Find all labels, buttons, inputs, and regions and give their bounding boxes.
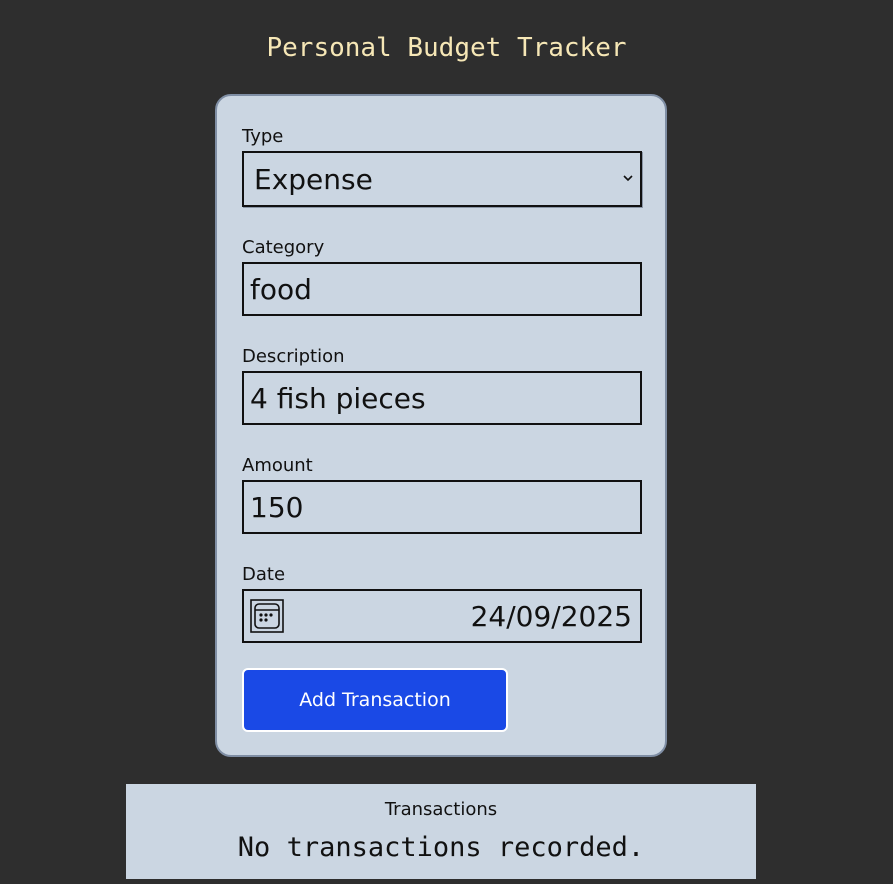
date-value: 24/09/2025 (470, 599, 632, 633)
chevron-down-icon (622, 171, 634, 187)
amount-label: Amount (242, 455, 313, 476)
description-field-wrapper (242, 371, 642, 425)
description-label: Description (242, 346, 345, 367)
empty-transactions-message: No transactions recorded. (237, 832, 645, 863)
page-title: Personal Budget Tracker (266, 33, 627, 63)
category-field-wrapper (242, 262, 642, 316)
date-label: Date (242, 564, 286, 585)
description-input[interactable] (250, 373, 630, 423)
transaction-form: Type Expense Category Description Amount… (215, 94, 667, 757)
type-selected-value: Expense (254, 162, 373, 196)
transactions-heading: Transactions (384, 799, 498, 820)
type-select[interactable]: Expense (242, 151, 642, 207)
category-input[interactable] (250, 264, 630, 314)
date-input[interactable]: 24/09/2025 (242, 589, 642, 643)
amount-field-wrapper (242, 480, 642, 534)
calendar-icon[interactable] (250, 599, 284, 633)
amount-input[interactable] (250, 482, 630, 532)
add-transaction-button[interactable]: Add Transaction (242, 668, 508, 732)
category-label: Category (242, 237, 325, 258)
transactions-panel: Transactions No transactions recorded. (126, 784, 756, 879)
type-label: Type (242, 126, 284, 147)
